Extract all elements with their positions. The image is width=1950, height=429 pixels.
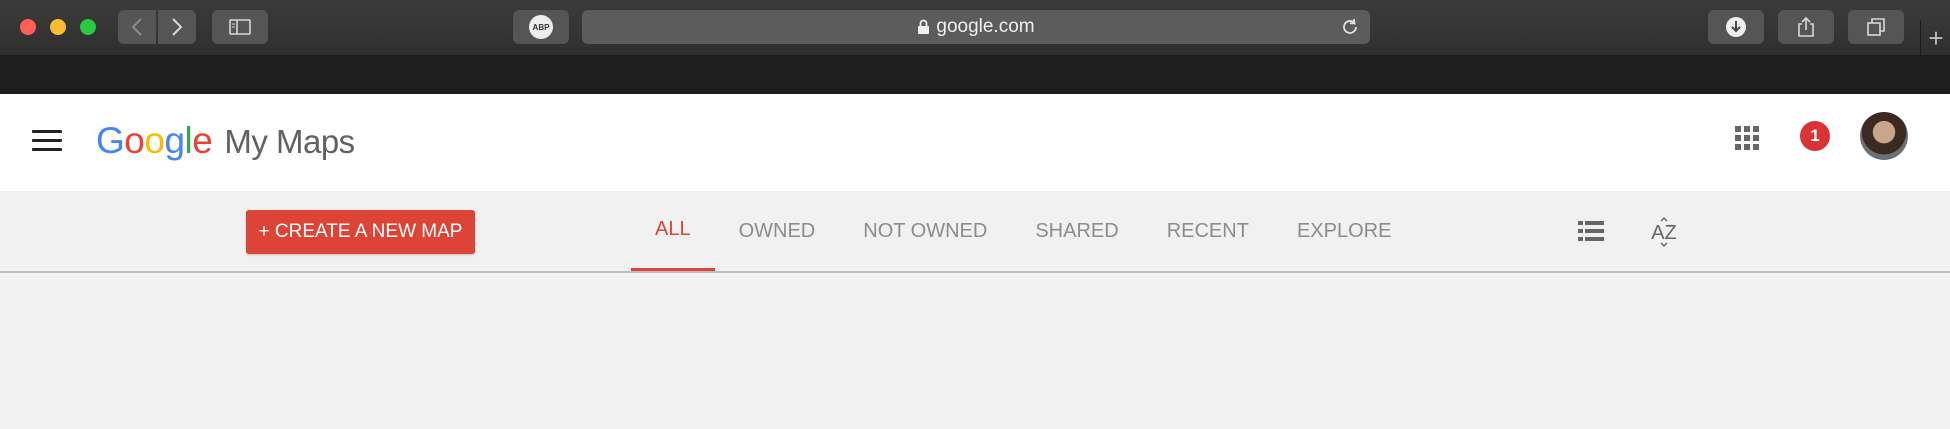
avatar[interactable] xyxy=(1860,112,1908,160)
notification-badge[interactable]: 1 xyxy=(1800,121,1830,151)
forward-button[interactable] xyxy=(158,10,196,44)
download-icon xyxy=(1726,17,1746,37)
tabs-icon xyxy=(1867,18,1885,36)
url-text: google.com xyxy=(936,16,1035,37)
back-button[interactable] xyxy=(118,10,156,44)
browser-titlebar: ABP google.com + xyxy=(0,0,1950,56)
google-my-maps-logo[interactable]: Google My Maps xyxy=(96,120,355,162)
zoom-window-button[interactable] xyxy=(80,19,96,35)
main-menu-icon[interactable] xyxy=(32,130,62,154)
minimize-window-button[interactable] xyxy=(50,19,66,35)
tab-all[interactable]: ALL xyxy=(631,191,715,271)
adblock-icon: ABP xyxy=(529,15,553,39)
tab-strip xyxy=(0,56,1950,94)
tab-owned[interactable]: OWNED xyxy=(715,191,840,271)
close-window-button[interactable] xyxy=(20,19,36,35)
tab-not-owned[interactable]: NOT OWNED xyxy=(839,191,1011,271)
tab-explore[interactable]: EXPLORE xyxy=(1273,191,1415,271)
tab-shared[interactable]: SHARED xyxy=(1011,191,1142,271)
lock-icon xyxy=(918,19,930,34)
adblock-button[interactable]: ABP xyxy=(513,10,569,44)
app-header: Google My Maps 1 xyxy=(0,94,1950,191)
new-tab-button[interactable]: + xyxy=(1920,20,1950,56)
downloads-button[interactable] xyxy=(1708,10,1764,44)
sidebar-toggle-button[interactable] xyxy=(212,10,268,44)
tab-overview-button[interactable] xyxy=(1848,10,1904,44)
product-name: My Maps xyxy=(224,123,355,160)
chevron-right-icon xyxy=(172,18,183,36)
plus-icon: + xyxy=(1928,23,1944,53)
google-apps-icon[interactable] xyxy=(1735,126,1759,150)
filter-tabs: ALL OWNED NOT OWNED SHARED RECENT EXPLOR… xyxy=(631,191,1415,271)
create-new-map-button[interactable]: + CREATE A NEW MAP xyxy=(246,210,475,254)
reload-icon[interactable] xyxy=(1340,17,1360,37)
sort-label: AZ xyxy=(1651,222,1677,244)
address-bar[interactable]: google.com xyxy=(582,10,1370,44)
sort-icon: AZ xyxy=(1651,217,1677,247)
maps-toolbar: + CREATE A NEW MAP ALL OWNED NOT OWNED S… xyxy=(0,191,1950,273)
chevron-left-icon xyxy=(131,18,142,36)
share-button[interactable] xyxy=(1778,10,1834,44)
share-icon xyxy=(1798,16,1814,37)
sidebar-icon xyxy=(229,19,251,35)
list-view-icon[interactable] xyxy=(1578,221,1604,241)
tab-recent[interactable]: RECENT xyxy=(1143,191,1273,271)
sort-az-icon[interactable]: AZ xyxy=(1647,215,1681,249)
